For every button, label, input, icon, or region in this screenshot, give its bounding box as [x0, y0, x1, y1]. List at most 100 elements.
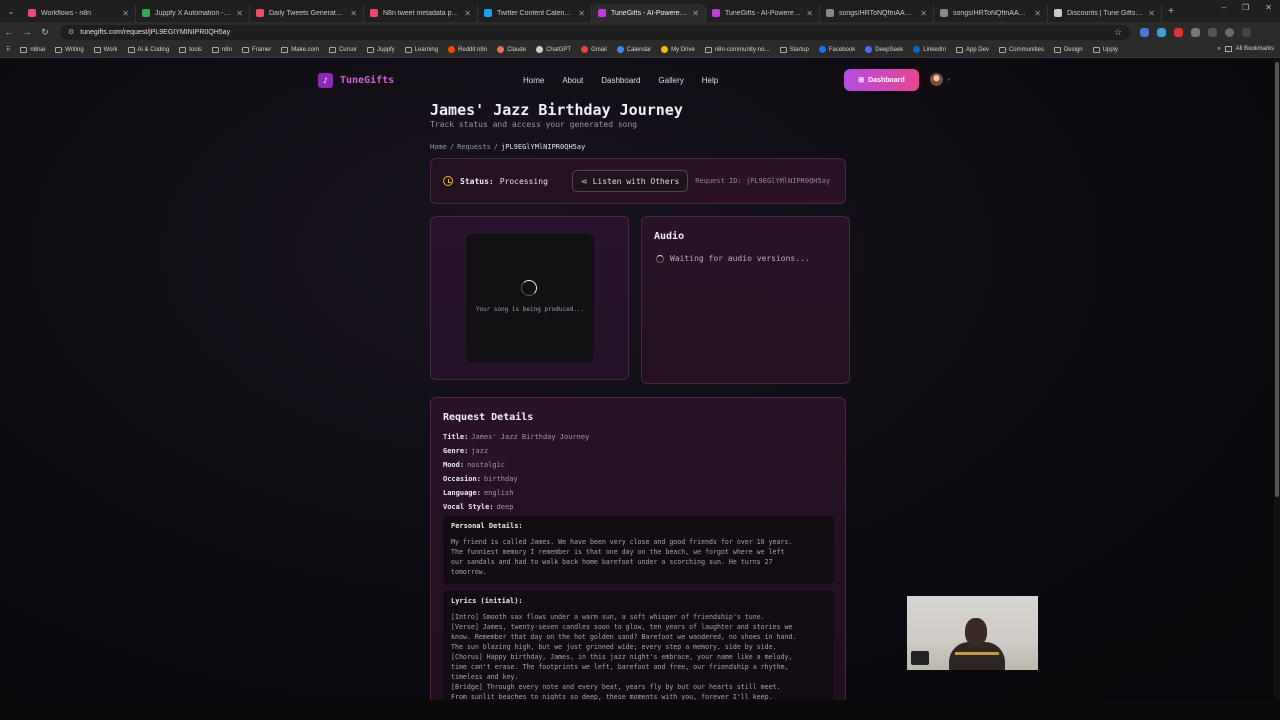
browser-tab[interactable]: N8n tweet metadata processi ✕ [364, 4, 478, 22]
tab-favicon-icon [256, 9, 264, 17]
bookmark-item[interactable]: tools [179, 46, 202, 53]
lyrics-box: Lyrics (initial): [Intro] Smooth sax flo… [443, 591, 834, 700]
listen-with-others-button[interactable]: ⋖ Listen with Others [571, 170, 689, 192]
scrollbar-thumb[interactable] [1275, 62, 1279, 497]
browser-tab[interactable]: songs/HRToNQftnAAdw/anTi ✕ [934, 4, 1048, 22]
bookmark-item[interactable]: Upply [1092, 46, 1118, 53]
bookmark-item[interactable]: Gmail [581, 46, 607, 53]
music-note-icon[interactable]: ♪ [318, 72, 333, 88]
bookmark-item[interactable]: App Dev [955, 46, 989, 53]
tab-title: Twitter Content Calendar Sy [497, 9, 574, 17]
bookmark-item[interactable]: Work [93, 46, 118, 53]
audio-card: Audio Waiting for audio versions... [641, 216, 850, 384]
bookmark-item[interactable]: Writing [55, 46, 84, 53]
browser-tab[interactable]: Juppfy X Automation - Google ✕ [136, 4, 250, 22]
bookmark-label: LinkedIn [923, 46, 946, 53]
chevron-down-icon[interactable]: ⌄ [947, 75, 951, 82]
site-info-icon[interactable]: ⚙ [68, 28, 74, 36]
close-tab-icon[interactable]: ✕ [920, 9, 927, 18]
bookmark-item[interactable]: ChatGPT [536, 46, 571, 53]
reload-icon[interactable]: ↻ [36, 27, 54, 38]
bookmark-item[interactable]: n8nai [20, 46, 45, 53]
browser-tab[interactable]: Twitter Content Calendar Sy ✕ [478, 4, 592, 22]
bookmark-item[interactable]: Facebook [818, 46, 855, 53]
browser-tab[interactable]: Discounts | Tune Gifts | Polar ✕ [1048, 4, 1162, 22]
close-tab-icon[interactable]: ✕ [122, 9, 129, 18]
status-label: Status: [460, 176, 494, 186]
maximize-icon[interactable]: ❐ [1242, 3, 1249, 12]
bookmark-star-icon[interactable]: ☆ [1114, 27, 1122, 38]
download-icon[interactable] [1208, 27, 1217, 37]
address-url[interactable]: tunegifts.com/request/jPL9EGIYMINIPR0QH5… [80, 29, 1108, 36]
detail-key: Occasion: [443, 475, 481, 483]
request-details-card: Request Details Title: James' Jazz Birthd… [430, 397, 846, 700]
bookmark-item[interactable]: Calendar [616, 46, 651, 53]
nav-link-dashboard[interactable]: Dashboard [601, 76, 640, 85]
nav-link-help[interactable]: Help [702, 76, 718, 85]
folder-icon [1092, 46, 1100, 53]
back-icon[interactable]: ← [0, 27, 18, 37]
site-logo-text[interactable]: TuneGifts [340, 75, 394, 86]
tab-title: songs/HRToNQftnAAdw/anTi [953, 9, 1029, 17]
bookmark-item[interactable]: Design [1053, 46, 1083, 53]
apps-grid-icon[interactable]: ⠿ [6, 46, 10, 53]
nav-link-about[interactable]: About [562, 76, 583, 85]
folder-icon [20, 46, 28, 53]
bookmark-item[interactable]: Ai & Coding [127, 46, 169, 53]
extensions-puzzle-icon[interactable] [1191, 27, 1200, 37]
nav-link-gallery[interactable]: Gallery [658, 76, 683, 85]
bookmark-item[interactable]: n8n-community-no... [704, 46, 770, 53]
bookmark-label: n8n-community-no... [714, 46, 770, 53]
extension-icon[interactable] [1140, 27, 1149, 37]
bookmark-item[interactable]: Claude [497, 46, 526, 53]
forward-icon[interactable]: → [18, 27, 36, 37]
chevron-right-icon[interactable]: » [1217, 46, 1220, 52]
bookmark-item[interactable]: My Drive [661, 46, 695, 53]
new-tab-button[interactable]: + [1162, 6, 1180, 17]
browser-tab[interactable]: Daily Tweets Generator - n8 ✕ [250, 4, 364, 22]
browser-tab[interactable]: TuneGifts - AI-Powered Perso ✕ [592, 4, 706, 22]
bookmark-label: Communities [1008, 46, 1044, 53]
avatar[interactable] [930, 73, 943, 86]
extension-icon[interactable] [1157, 27, 1166, 37]
address-bar[interactable]: ⚙ tunegifts.com/request/jPL9EGIYMINIPR0Q… [60, 24, 1130, 40]
bookmark-item[interactable]: Startup [779, 46, 809, 53]
browser-tab[interactable]: songs/HRToNQftnAAdw/anTi ✕ [820, 4, 934, 22]
bookmark-item[interactable]: n8n [211, 46, 232, 53]
all-bookmarks-link[interactable]: All Bookmarks [1236, 46, 1274, 52]
detail-key: Language: [443, 489, 481, 497]
menu-icon[interactable] [1242, 27, 1251, 37]
bookmark-item[interactable]: Learning [404, 46, 438, 53]
bookmark-item[interactable]: Cursor [328, 46, 357, 53]
close-tab-icon[interactable]: ✕ [1034, 9, 1041, 18]
close-tab-icon[interactable]: ✕ [236, 9, 243, 18]
browser-tab[interactable]: Workflows - n8n ✕ [22, 4, 136, 22]
close-tab-icon[interactable]: ✕ [806, 9, 813, 18]
bookmark-item[interactable]: Communities [998, 46, 1044, 53]
minimize-icon[interactable]: – [1222, 3, 1226, 12]
dashboard-button[interactable]: ⊞ Dashboard [844, 69, 919, 91]
profile-icon[interactable] [1225, 27, 1234, 37]
bookmark-item[interactable]: LinkedIn [913, 46, 946, 53]
bookmark-item[interactable]: Make.com [281, 46, 319, 53]
browser-tab[interactable]: TuneGifts - AI-Powered Perso ✕ [706, 4, 820, 22]
bookmark-item[interactable]: Framer [241, 46, 271, 53]
bookmark-item[interactable]: Juppfy [366, 46, 395, 53]
folder-icon [366, 46, 374, 53]
extension-icon[interactable] [1174, 27, 1183, 37]
bookmark-label: Cursor [338, 46, 357, 53]
close-window-icon[interactable]: ✕ [1265, 3, 1272, 12]
detail-value: birthday [483, 475, 518, 483]
breadcrumb-requests[interactable]: Requests [457, 143, 491, 151]
close-tab-icon[interactable]: ✕ [692, 9, 699, 18]
close-tab-icon[interactable]: ✕ [578, 9, 585, 18]
folder-icon [998, 46, 1006, 53]
close-tab-icon[interactable]: ✕ [1148, 9, 1155, 18]
tab-search-icon[interactable]: ⌄ [0, 0, 22, 22]
bookmark-item[interactable]: DeepSeek [865, 46, 903, 53]
close-tab-icon[interactable]: ✕ [464, 9, 471, 18]
close-tab-icon[interactable]: ✕ [350, 9, 357, 18]
nav-link-home[interactable]: Home [523, 76, 544, 85]
bookmark-item[interactable]: Reddit n8n [448, 46, 487, 53]
breadcrumb-home[interactable]: Home [430, 143, 447, 151]
